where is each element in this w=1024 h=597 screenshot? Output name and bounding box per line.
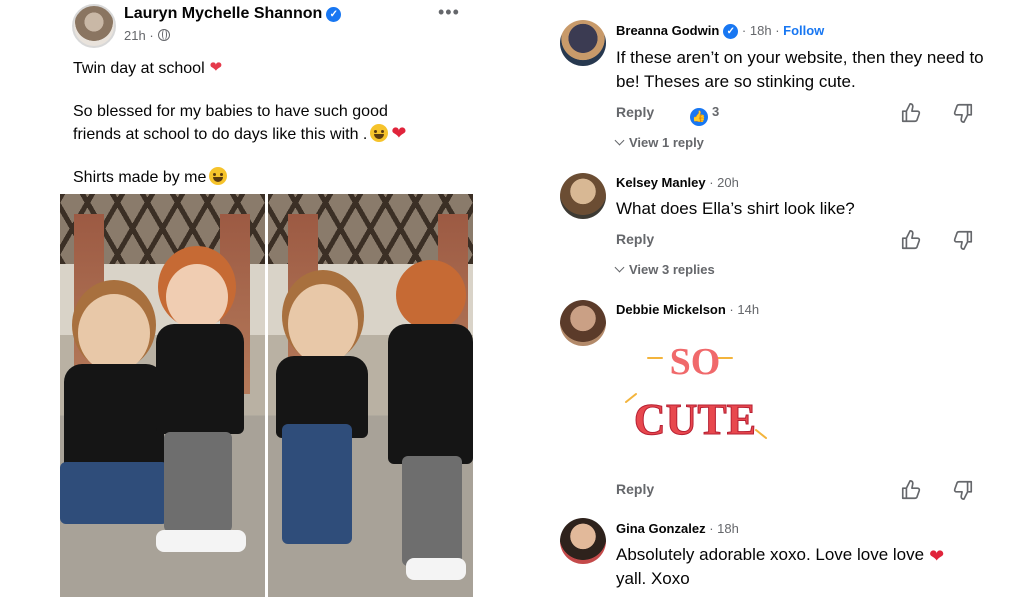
reaction-count[interactable]: 👍 3 [690, 104, 719, 126]
comment-header: Breanna Godwin ✓ · 18h · Follow [616, 23, 825, 39]
red-heart-emoji-icon [391, 123, 409, 143]
comment-author[interactable]: Gina Gonzalez [616, 521, 706, 536]
red-heart-emoji-icon [929, 544, 947, 568]
view-replies-button[interactable]: View 1 reply [614, 135, 704, 150]
reply-button[interactable]: Reply [616, 231, 654, 247]
post-text-line: So blessed for my babies to have such go… [73, 103, 388, 120]
commenter-avatar[interactable] [560, 518, 606, 564]
commenter-avatar[interactable] [560, 173, 606, 219]
post-time[interactable]: 21h [124, 28, 146, 43]
verified-badge-icon: ✓ [723, 24, 739, 39]
post-text-line: Shirts made by me [73, 167, 228, 188]
author-avatar[interactable] [72, 4, 116, 48]
thumbs-up-icon[interactable] [900, 102, 922, 124]
comment-time[interactable]: 18h [750, 23, 772, 38]
comment-time[interactable]: 14h [737, 302, 759, 317]
comment-header: Debbie Mickelson · 14h [616, 302, 760, 317]
verified-badge-icon: ✓ [326, 7, 342, 22]
comment-text: yall. Xoxo [616, 569, 690, 588]
like-reaction-icon: 👍 [690, 108, 708, 126]
reply-button[interactable]: Reply [616, 104, 654, 120]
post-author[interactable]: Lauryn Mychelle Shannon ✓ [124, 5, 342, 23]
svg-text:CUTE: CUTE [634, 395, 756, 444]
comment-text: If these aren’t on your website, then th… [616, 48, 984, 91]
thumbs-down-icon[interactable] [952, 479, 974, 501]
chevron-down-icon [614, 262, 625, 273]
post-meta: 21h · [124, 28, 170, 43]
post-author-name[interactable]: Lauryn Mychelle Shannon [124, 5, 322, 22]
reply-button[interactable]: Reply [616, 481, 654, 497]
thumbs-down-icon[interactable] [952, 229, 974, 251]
globe-icon [157, 29, 170, 41]
thumbs-up-icon[interactable] [900, 479, 922, 501]
comment-author[interactable]: Kelsey Manley [616, 175, 706, 190]
chevron-down-icon [614, 135, 625, 146]
comment-time[interactable]: 20h [717, 175, 739, 190]
commenter-avatar[interactable] [560, 20, 606, 66]
comment-text: Absolutely adorable xoxo. Love love love [616, 543, 1016, 568]
comment-time[interactable]: 18h [717, 521, 739, 536]
facebook-post: Lauryn Mychelle Shannon ✓ 21h · ••• Twin … [0, 0, 480, 597]
grinning-face-emoji-icon [209, 167, 228, 185]
so-cute-sticker[interactable]: SO CUTE [620, 330, 770, 460]
pleading-face-emoji-icon [370, 124, 389, 142]
comments-section: Breanna Godwin ✓ · 18h · Follow If these … [540, 0, 1024, 597]
post-text-line: Twin day at school [73, 58, 226, 79]
commenter-avatar[interactable] [560, 300, 606, 346]
post-photo-1[interactable] [60, 194, 265, 597]
post-text-line: friends at school to do days like this w… [73, 123, 409, 145]
comment-header: Gina Gonzalez · 18h [616, 521, 739, 536]
post-photo-2[interactable] [268, 194, 473, 597]
svg-text:SO: SO [670, 341, 721, 383]
two-hearts-emoji-icon [208, 58, 226, 78]
more-options-icon[interactable]: ••• [438, 2, 460, 23]
thumbs-down-icon[interactable] [952, 102, 974, 124]
comment-header: Kelsey Manley · 20h [616, 175, 739, 190]
comment-text: What does Ella’s shirt look like? [616, 199, 855, 218]
comment-author[interactable]: Debbie Mickelson [616, 302, 726, 317]
view-replies-button[interactable]: View 3 replies [614, 262, 715, 277]
follow-button[interactable]: Follow [783, 23, 824, 38]
comment-author[interactable]: Breanna Godwin [616, 23, 719, 38]
thumbs-up-icon[interactable] [900, 229, 922, 251]
